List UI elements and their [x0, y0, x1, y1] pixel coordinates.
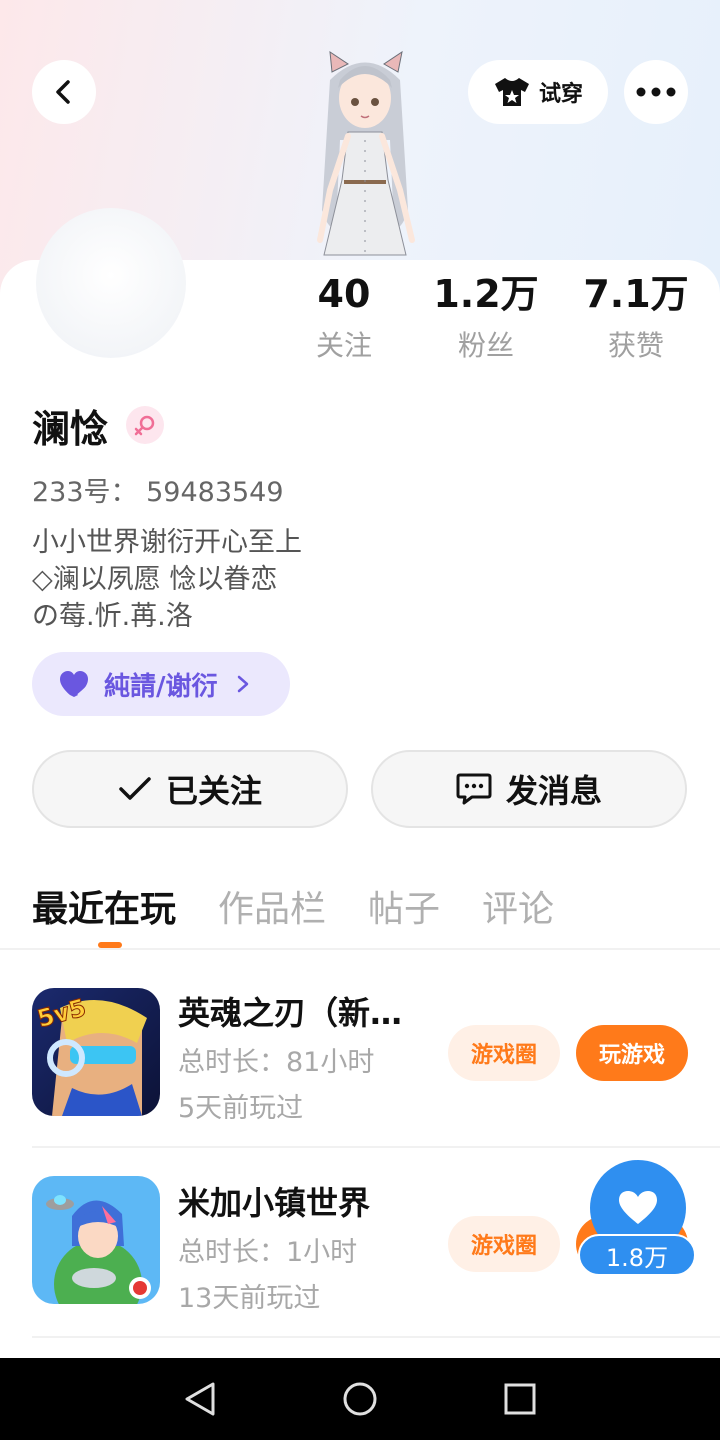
tab-recently-played[interactable]: 最近在玩	[32, 880, 176, 932]
tshirt-icon	[494, 78, 529, 106]
circle-home-icon	[343, 1382, 377, 1416]
nav-home-button[interactable]	[335, 1374, 385, 1424]
heart-icon	[619, 1191, 657, 1224]
game-duration: 总时长：1小时	[178, 1237, 358, 1268]
send-message-label: 发消息	[505, 772, 602, 810]
game-circle-button[interactable]: 游戏圈	[448, 1025, 560, 1081]
follow-button[interactable]: 已关注	[32, 750, 348, 828]
gender-female-icon	[126, 406, 164, 444]
relationship-tag-pill[interactable]: 純請/谢衍	[32, 652, 290, 716]
row-divider	[32, 1336, 720, 1338]
stat-value: 40	[317, 272, 371, 316]
play-game-button[interactable]: 玩游戏	[576, 1025, 688, 1081]
checkmark-icon	[119, 777, 151, 800]
game-title: 米加小镇世界	[178, 1184, 371, 1222]
send-message-button[interactable]: 发消息	[371, 750, 687, 828]
profile-name: 澜惗	[32, 407, 109, 451]
tab-comments[interactable]: 评论	[482, 880, 554, 932]
double-heart-icon	[60, 671, 94, 697]
tab-posts[interactable]: 帖子	[368, 880, 440, 932]
game-last-played: 5天前玩过	[178, 1093, 304, 1124]
chevron-left-icon	[56, 80, 70, 104]
game-last-played: 13天前玩过	[178, 1283, 321, 1314]
avatar-3d-figure	[317, 50, 415, 256]
bio-line: ◇澜以夙愿 惗以眷恋	[32, 564, 278, 595]
game-icon-hero-blade: 5v5	[32, 988, 160, 1116]
user-id: 233号： 59483549	[32, 477, 284, 508]
row-divider	[32, 1146, 720, 1148]
stat-label: 关注	[315, 329, 372, 362]
game-duration: 总时长：81小时	[178, 1047, 375, 1078]
relationship-tag-label: 純請/谢衍	[104, 671, 218, 702]
bio-line: 小小世界谢衍开心至上	[32, 527, 302, 558]
chevron-right-icon	[237, 675, 248, 693]
try-on-button[interactable]: 试穿	[468, 60, 608, 124]
back-button[interactable]	[32, 60, 96, 124]
tab-works[interactable]: 作品栏	[218, 880, 326, 932]
stat-label: 粉丝	[457, 329, 514, 362]
profile-bio: 小小世界谢衍开心至上 ◇澜以夙愿 惗以眷恋 の莓.忻.苒.洛	[32, 524, 302, 635]
stat-likes[interactable]: 7.1万 获赞	[561, 268, 711, 364]
stat-followers[interactable]: 1.2万 粉丝	[411, 268, 561, 364]
game-icon-miga-town	[32, 1176, 160, 1304]
triangle-back-icon	[185, 1382, 215, 1416]
tabs-divider	[0, 948, 720, 950]
stat-value: 7.1万	[583, 272, 689, 316]
stat-value: 1.2万	[433, 272, 539, 316]
game-circle-button[interactable]: 游戏圈	[448, 1216, 560, 1272]
game-title: 英魂之刃（新…	[178, 994, 403, 1032]
more-options-button[interactable]	[624, 60, 688, 124]
system-navigation-bar	[0, 1358, 720, 1440]
try-on-label: 试穿	[538, 82, 583, 107]
like-count-badge: 1.8万	[578, 1234, 696, 1276]
more-dots-icon	[636, 87, 676, 97]
bio-line: の莓.忻.苒.洛	[32, 601, 193, 632]
square-recents-icon	[504, 1383, 536, 1415]
follow-button-label: 已关注	[165, 772, 262, 810]
stat-following[interactable]: 40 关注	[269, 268, 419, 364]
nav-back-button[interactable]	[175, 1374, 225, 1424]
stat-label: 获赞	[607, 329, 664, 362]
chat-bubble-icon	[456, 773, 492, 805]
nav-recents-button[interactable]	[495, 1374, 545, 1424]
profile-tabs: 最近在玩 作品栏 帖子 评论	[32, 880, 554, 932]
avatar[interactable]	[36, 208, 186, 358]
